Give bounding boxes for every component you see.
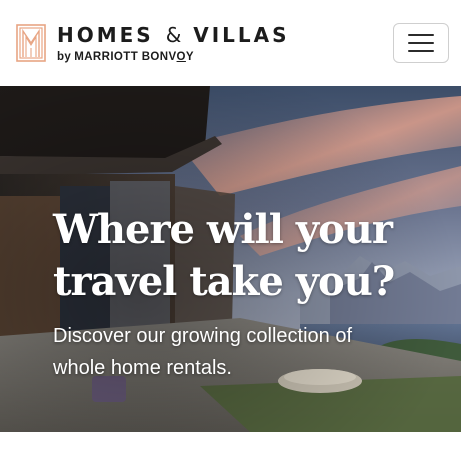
brand-name-villas: VILLAS [193,23,290,47]
brand-subtitle: by MARRIOTT BONVOY [57,51,290,63]
brand-by: by [57,51,72,63]
brand-marriott-bonvoy: MARRIOTT BONVOY [74,51,194,63]
brand-logo-link[interactable]: HOMES & VILLAS by MARRIOTT BONVOY [0,0,287,86]
brand-ampersand: & [165,23,182,47]
homes-villas-monogram-icon [16,24,46,62]
site-header: HOMES & VILLAS by MARRIOTT BONVOY [0,0,461,86]
hamburger-menu-button[interactable] [393,23,449,63]
hero-title: Where will your travel take you? [53,204,453,308]
brand-name-homes: HOMES [57,23,154,47]
hero-subtitle: Discover our growing collection of whole… [53,320,423,384]
brand-sub-o: O [176,51,186,63]
brand-wordmark: HOMES & VILLAS by MARRIOTT BONVOY [57,24,290,63]
hero-banner: Where will your travel take you? Discove… [0,86,461,432]
brand-title: HOMES & VILLAS [57,24,290,46]
brand-sub-end: Y [185,51,194,63]
hero-title-line-1: Where will your [53,206,393,253]
hero-title-line-2: travel take you? [53,258,395,305]
hero-subtitle-line-2: whole home rentals. [53,357,232,379]
hamburger-menu-icon-bar [408,42,434,44]
hero-subtitle-line-1: Discover our growing collection of [53,325,353,347]
brand-sub-text: MARRIOTT BONV [74,51,177,63]
hamburger-menu-icon-bar [408,50,434,52]
hamburger-menu-icon [408,34,434,36]
